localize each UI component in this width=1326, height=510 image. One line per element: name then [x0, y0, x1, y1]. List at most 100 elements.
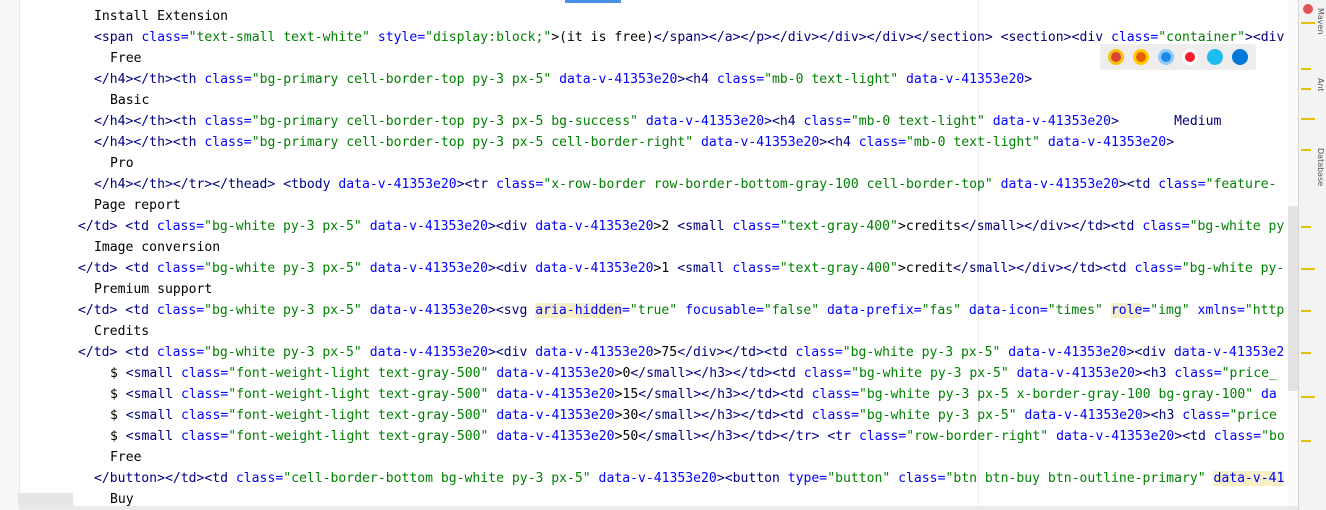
- code-token: data-v-41353e20: [338, 177, 457, 192]
- editor-gutter[interactable]: [0, 0, 20, 510]
- scroll-marker[interactable]: [1301, 149, 1311, 151]
- opera-icon[interactable]: [1182, 49, 1199, 65]
- code-token: class=: [156, 303, 205, 318]
- code-token: $: [110, 366, 126, 381]
- code-token: data-v-41353e20: [488, 387, 615, 402]
- scroll-marker[interactable]: [1301, 68, 1311, 70]
- code-token: Buy: [110, 492, 134, 507]
- vertical-scrollbar-thumb[interactable]: [1288, 206, 1298, 391]
- code-token: "font-weight-light text-gray-500": [228, 429, 489, 444]
- firefox-icon[interactable]: [1132, 49, 1149, 65]
- code-line[interactable]: Install Extension: [94, 6, 228, 27]
- code-token: "bg-white py-3 px-5": [204, 261, 362, 276]
- code-line[interactable]: </h4></th><th class="bg-primary cell-bor…: [94, 132, 1174, 153]
- code-token: "bg-white py-3 px-5": [851, 366, 1009, 381]
- code-token: class=: [180, 408, 229, 423]
- horizontal-scrollbar-thumb[interactable]: [18, 493, 73, 507]
- code-token: <small: [125, 387, 181, 402]
- code-token: >0: [614, 366, 631, 381]
- code-token: "font-weight-light text-gray-500": [228, 366, 489, 381]
- code-line[interactable]: </td> <td class="bg-white py-3 px-5" dat…: [78, 216, 1284, 237]
- scroll-marker[interactable]: [1301, 88, 1311, 90]
- code-token: "bg-primary cell-border-top py-3 px-5 ce…: [251, 135, 694, 150]
- code-token: >75: [653, 345, 678, 360]
- code-token: data-v-41353e20: [535, 345, 654, 360]
- code-token: </small></h3></td><td: [638, 408, 812, 423]
- code-line[interactable]: </h4></th><th class="bg-primary cell-bor…: [94, 111, 1221, 132]
- code-token: ><div: [487, 345, 536, 360]
- scroll-marker[interactable]: [1301, 352, 1311, 354]
- code-line[interactable]: Free: [110, 48, 142, 69]
- code-line[interactable]: Free: [110, 447, 142, 468]
- code-token: </h4></th><th: [94, 114, 205, 129]
- code-token: "bg-white py-3 px-5": [204, 345, 362, 360]
- code-token: >2: [653, 219, 678, 234]
- chrome-icon[interactable]: [1108, 49, 1125, 65]
- code-line[interactable]: Premium support: [94, 279, 212, 300]
- code-token: "button": [827, 471, 891, 486]
- code-token: </small></h3></td><td: [630, 366, 804, 381]
- code-token: class=: [716, 72, 765, 87]
- error-stripe[interactable]: Maven Ant Database: [1298, 0, 1326, 510]
- code-token: class=: [180, 366, 229, 381]
- scroll-marker[interactable]: [1301, 22, 1315, 24]
- code-token: "bg-white py-3 px-5": [842, 345, 1001, 360]
- code-token: class=: [180, 429, 229, 444]
- safari-icon[interactable]: [1157, 49, 1174, 65]
- scroll-marker[interactable]: [1301, 268, 1315, 270]
- code-token: class=: [141, 30, 189, 45]
- code-line[interactable]: Page report: [94, 195, 181, 216]
- code-line[interactable]: $ <small class="font-weight-light text-g…: [110, 363, 1277, 384]
- code-editor[interactable]: Install Extension <span class="text-small…: [20, 0, 1298, 510]
- code-token: >credits: [897, 219, 962, 234]
- code-token: <small: [677, 261, 733, 276]
- code-token: >: [1024, 72, 1033, 87]
- tool-window-label-ant[interactable]: Ant: [1315, 78, 1325, 92]
- code-token: Image conversion: [94, 240, 221, 255]
- code-token: data-prefix=: [819, 303, 922, 318]
- scroll-marker[interactable]: [1301, 310, 1311, 312]
- code-line[interactable]: </h4></th><th class="bg-primary cell-bor…: [94, 69, 1032, 90]
- code-token: "bo: [1261, 429, 1285, 444]
- code-line[interactable]: $ <small class="font-weight-light text-g…: [110, 426, 1285, 447]
- code-token: class=: [803, 114, 851, 129]
- code-token: ><div: [487, 261, 536, 276]
- code-line[interactable]: $ <small class="font-weight-light text-g…: [110, 384, 1277, 405]
- scroll-marker[interactable]: [1301, 118, 1315, 120]
- code-line[interactable]: </h4></th></tr></thead> <tbody data-v-41…: [94, 174, 1277, 195]
- browser-preview-bar: [1100, 44, 1256, 70]
- code-line[interactable]: </td> <td class="bg-white py-3 px-5" dat…: [78, 342, 1284, 363]
- code-token: </small></div></td><td: [953, 261, 1135, 276]
- internet-explorer-icon[interactable]: [1206, 49, 1223, 65]
- code-token: data-v-41353e20: [637, 114, 765, 129]
- code-token: "mb-0 text-light": [850, 114, 985, 129]
- scroll-marker[interactable]: [1301, 226, 1311, 228]
- code-line[interactable]: </td> <td class="bg-white py-3 px-5" dat…: [78, 258, 1284, 279]
- code-line[interactable]: </td> <td class="bg-white py-3 px-5" dat…: [78, 300, 1284, 321]
- code-token: class=: [156, 219, 205, 234]
- code-token: "cell-border-bottom bg-white py-3 px-5": [283, 471, 591, 486]
- code-token: data-v-41353e20: [898, 72, 1025, 87]
- tool-window-label-maven[interactable]: Maven: [1315, 8, 1325, 35]
- code-token: "bg-white py-3 px-5 x-border-gray-100 bg…: [858, 387, 1254, 402]
- error-indicator-icon[interactable]: [1303, 4, 1313, 14]
- code-line[interactable]: Credits: [94, 321, 149, 342]
- scroll-marker[interactable]: [1301, 440, 1311, 442]
- code-token: > Medium: [1111, 114, 1222, 129]
- code-line[interactable]: Pro: [110, 153, 134, 174]
- code-line[interactable]: Image conversion: [94, 237, 220, 258]
- code-line[interactable]: Basic: [110, 90, 149, 111]
- code-token: "http: [1244, 303, 1285, 318]
- horizontal-scrollbar[interactable]: [20, 506, 1298, 510]
- code-token: type=: [787, 471, 828, 486]
- code-token: $: [110, 387, 126, 402]
- code-line[interactable]: </button></td><td class="cell-border-bot…: [94, 468, 1285, 489]
- code-token: ><h4: [819, 135, 859, 150]
- tool-window-label-database[interactable]: Database: [1315, 148, 1325, 186]
- edge-icon[interactable]: [1231, 49, 1248, 65]
- code-token: data-v-41: [1213, 471, 1285, 486]
- code-line[interactable]: $ <small class="font-weight-light text-g…: [110, 405, 1277, 426]
- code-token: "text-small text-white": [188, 30, 370, 45]
- code-token: "font-weight-light text-gray-500": [228, 408, 489, 423]
- scroll-marker[interactable]: [1301, 396, 1315, 398]
